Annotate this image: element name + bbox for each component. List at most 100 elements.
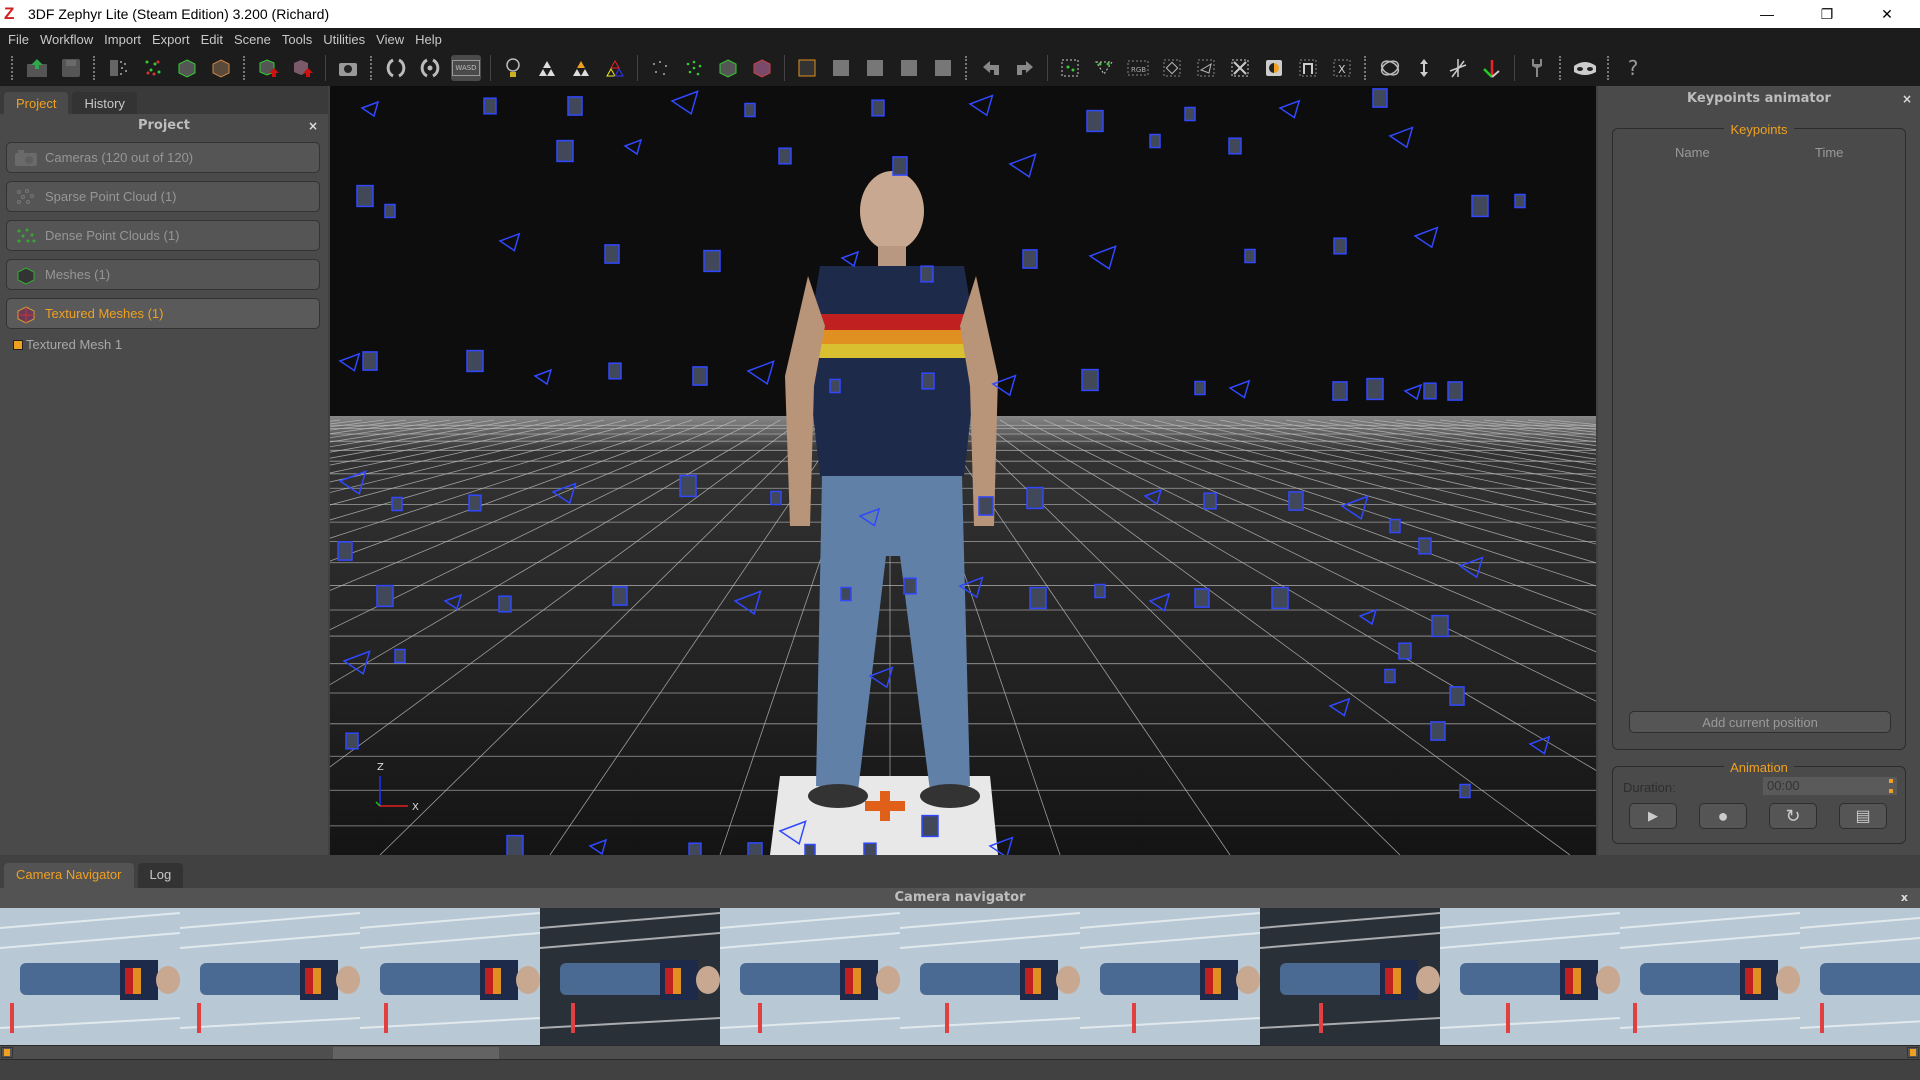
lasso-select-icon[interactable] [1091, 55, 1117, 81]
menu-edit[interactable]: Edit [201, 32, 223, 47]
tab-project[interactable]: Project [4, 92, 69, 114]
color-render-icon[interactable] [602, 55, 628, 81]
tab-camera-navigator[interactable]: Camera Navigator [4, 863, 134, 889]
column-name[interactable]: Name [1675, 145, 1710, 160]
textured-mesh-icon[interactable] [208, 55, 234, 81]
camera-thumbnail[interactable] [900, 908, 1080, 1045]
3d-viewport[interactable]: ZX [330, 86, 1596, 855]
play-button[interactable]: ▶ [1629, 803, 1677, 829]
close-icon[interactable]: × [308, 114, 318, 138]
undo-icon[interactable] [978, 55, 1004, 81]
camera-thumbnail[interactable] [0, 908, 180, 1045]
export-textured-mesh-icon[interactable] [290, 55, 316, 81]
sparse-point-cloud-item[interactable]: Sparse Point Cloud (1) [6, 181, 320, 212]
visibility-toggle[interactable] [13, 339, 23, 350]
select-poly-icon[interactable] [1159, 55, 1185, 81]
select-invert-icon[interactable] [1261, 55, 1287, 81]
duration-input[interactable]: 00:00 [1763, 777, 1897, 795]
help-icon[interactable]: ? [1620, 55, 1646, 81]
menu-workflow[interactable]: Workflow [40, 32, 93, 47]
redo-icon[interactable] [1012, 55, 1038, 81]
wireframe-render-icon[interactable] [568, 55, 594, 81]
toolbar-grip[interactable] [11, 56, 15, 80]
meshes-item[interactable]: Meshes (1) [6, 259, 320, 290]
select-shrink-icon[interactable]: X [1329, 55, 1355, 81]
camera-image [1260, 908, 1440, 1045]
select-grow-icon[interactable] [1295, 55, 1321, 81]
scale-arrow-icon[interactable] [1411, 55, 1437, 81]
camera-thumbnail[interactable] [1800, 908, 1920, 1045]
camera-frustum [362, 351, 378, 371]
camera-thumbnail[interactable] [540, 908, 720, 1045]
camera-thumbnail[interactable] [180, 908, 360, 1045]
duration-spinner[interactable] [1889, 779, 1893, 793]
export-video-button[interactable]: ▤ [1839, 803, 1887, 829]
mesh-icon[interactable] [174, 55, 200, 81]
add-current-position-button[interactable]: Add current position [1629, 711, 1891, 733]
screenshot-camera-icon[interactable] [335, 55, 361, 81]
tab-log[interactable]: Log [137, 863, 184, 889]
mask-icon[interactable] [1572, 55, 1598, 81]
menu-scene[interactable]: Scene [234, 32, 271, 47]
select-box-1-icon[interactable] [794, 55, 820, 81]
textured-meshes-item[interactable]: Textured Meshes (1) [6, 298, 320, 329]
camera-thumbnail[interactable] [1440, 908, 1620, 1045]
gizmo-move-icon[interactable] [1445, 55, 1471, 81]
select-rgb-icon[interactable]: RGB [1125, 55, 1151, 81]
show-colored-points-icon[interactable] [681, 55, 707, 81]
loop-button[interactable]: ↻ [1769, 803, 1817, 829]
scroll-right-button[interactable] [1907, 1047, 1919, 1058]
sparse-cloud-icon[interactable] [106, 55, 132, 81]
camera-thumbnail[interactable] [720, 908, 900, 1045]
wrench-tool-icon[interactable] [1524, 55, 1550, 81]
open-project-icon[interactable] [24, 55, 50, 81]
duration-label: Duration: [1623, 780, 1676, 795]
camera-thumbnail[interactable] [360, 908, 540, 1045]
camera-thumbnail[interactable] [1080, 908, 1260, 1045]
wasd-navigation-button[interactable]: WASD [451, 55, 481, 81]
tree-item-textured-mesh-1[interactable]: Textured Mesh 1 [13, 337, 328, 352]
close-icon[interactable]: × [1902, 86, 1912, 112]
transform-icon[interactable] [1377, 55, 1403, 81]
tab-history[interactable]: History [72, 92, 137, 114]
show-mesh-icon[interactable] [715, 55, 741, 81]
export-mesh-icon[interactable] [256, 55, 282, 81]
menu-tools[interactable]: Tools [282, 32, 312, 47]
gizmo-axes-icon[interactable] [1479, 55, 1505, 81]
show-textured-icon[interactable] [749, 55, 775, 81]
scene-canvas[interactable]: ZX [330, 86, 1596, 855]
pivot-orbit-icon[interactable] [417, 55, 443, 81]
save-icon[interactable] [58, 55, 84, 81]
close-button[interactable]: ✕ [1864, 0, 1910, 28]
menu-view[interactable]: View [376, 32, 404, 47]
show-points-icon[interactable] [647, 55, 673, 81]
camera-thumbnail[interactable] [1620, 908, 1800, 1045]
points-render-icon[interactable] [534, 55, 560, 81]
menu-utilities[interactable]: Utilities [323, 32, 365, 47]
menu-file[interactable]: File [8, 32, 29, 47]
dense-cloud-icon[interactable] [140, 55, 166, 81]
select-box-3-icon[interactable] [862, 55, 888, 81]
column-time[interactable]: Time [1815, 145, 1843, 160]
select-box-5-icon[interactable] [930, 55, 956, 81]
restore-button[interactable]: ❐ [1804, 0, 1850, 28]
select-triangle-icon[interactable] [1193, 55, 1219, 81]
select-box-4-icon[interactable] [896, 55, 922, 81]
select-rect-icon[interactable] [1057, 55, 1083, 81]
scrollbar-thumb[interactable] [333, 1047, 499, 1059]
record-button[interactable]: ● [1699, 803, 1747, 829]
menu-import[interactable]: Import [104, 32, 141, 47]
select-box-2-icon[interactable] [828, 55, 854, 81]
orbit-icon[interactable] [383, 55, 409, 81]
lighting-bulb-icon[interactable] [500, 55, 526, 81]
cameras-item[interactable]: Cameras (120 out of 120) [6, 142, 320, 173]
scroll-left-button[interactable] [1, 1047, 13, 1058]
dense-point-clouds-item[interactable]: Dense Point Clouds (1) [6, 220, 320, 251]
menu-help[interactable]: Help [415, 32, 442, 47]
camera-thumbnail[interactable] [1260, 908, 1440, 1045]
thumbnail-scrollbar[interactable] [0, 1045, 1920, 1060]
close-icon[interactable]: x [1901, 888, 1908, 908]
select-cross-icon[interactable] [1227, 55, 1253, 81]
menu-export[interactable]: Export [152, 32, 190, 47]
minimize-button[interactable]: — [1744, 0, 1790, 28]
